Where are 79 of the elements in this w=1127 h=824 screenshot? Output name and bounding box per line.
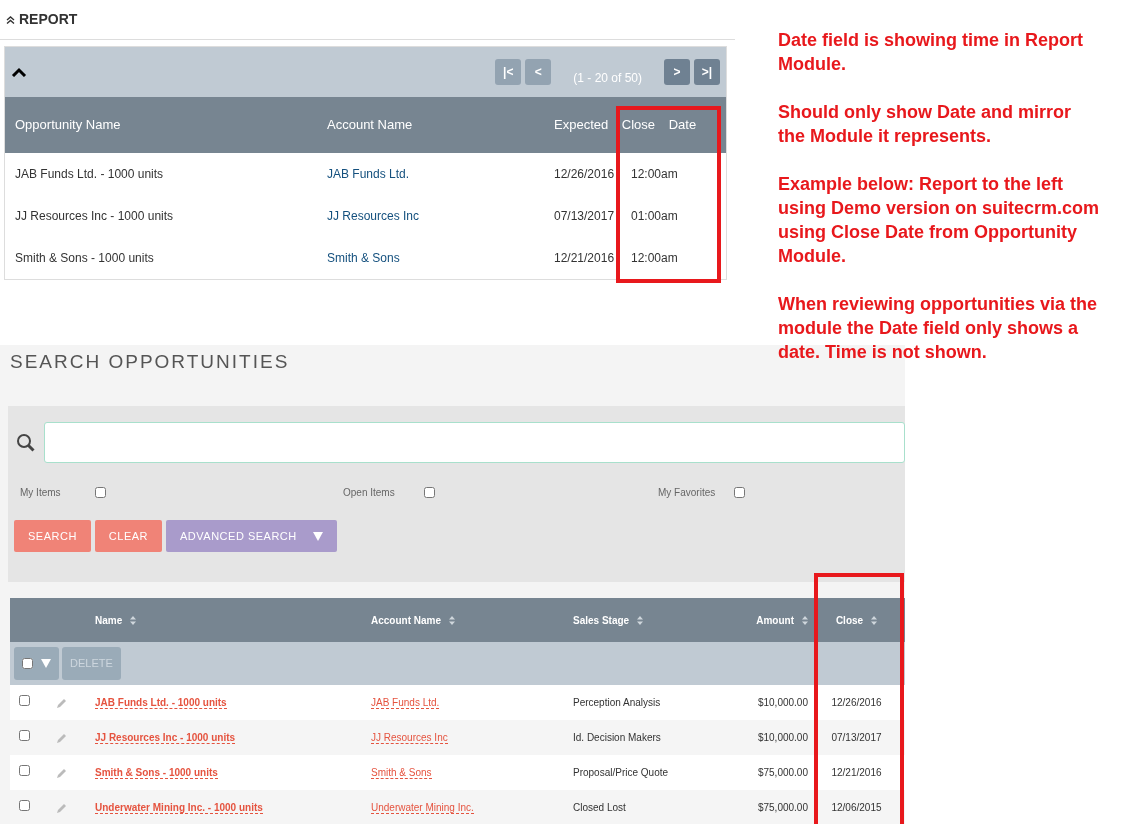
opportunity-link[interactable]: JJ Resources Inc - 1000 units	[95, 732, 236, 744]
account-link[interactable]: JJ Resources Inc	[371, 732, 448, 744]
section-title: REPORT	[19, 10, 78, 29]
table-cell: 12/06/2015	[831, 802, 882, 813]
table-cell: Id. Decision Makers	[573, 732, 661, 743]
sort-icon[interactable]	[449, 616, 455, 626]
account-link[interactable]: JAB Funds Ltd.	[371, 697, 440, 709]
annotation-text: Date field is showing time in Report Module.	[778, 29, 1085, 76]
row-checkbox[interactable]	[19, 695, 30, 706]
select-all-checkbox[interactable]	[22, 658, 33, 669]
table-cell-text: 12:00am	[630, 166, 679, 183]
table-cell: $75,000.00	[757, 767, 808, 778]
pager-button[interactable]: >|	[694, 59, 720, 85]
table-cell: Perception Analysis	[573, 697, 661, 708]
sort-icon[interactable]	[637, 616, 644, 626]
page-title: SEARCH OPPORTUNITIES	[9, 350, 291, 374]
opportunity-link[interactable]: JAB Funds Ltd. - 1000 units	[95, 697, 227, 709]
sort-icon[interactable]	[871, 616, 878, 626]
column-header: Account Name	[327, 117, 413, 133]
table-cell: JAB Funds Ltd. - 1000 units	[15, 167, 164, 181]
collapse-icon[interactable]	[11, 67, 27, 77]
table-cell: JJ Resources Inc - 1000 units	[15, 209, 174, 223]
filter-checkbox[interactable]	[95, 487, 106, 498]
table-cell-text: 07/13/2017	[554, 208, 616, 225]
filter-checkbox[interactable]	[424, 487, 435, 498]
account-link[interactable]: Smith & Sons	[327, 251, 400, 265]
table-cell-text: 12/26/2016	[554, 166, 616, 183]
account-link[interactable]: Smith & Sons	[371, 767, 432, 779]
account-link[interactable]: JJ Resources Inc	[327, 209, 420, 223]
filter-label: My Favorites	[658, 486, 717, 500]
table-cell: $10,000.00	[757, 697, 808, 708]
table-cell: $10,000.00	[757, 732, 808, 743]
column-header[interactable]: Close	[835, 614, 864, 626]
column-header[interactable]: Name	[95, 614, 123, 626]
filter-label: My Items	[20, 486, 62, 500]
sort-icon[interactable]	[130, 616, 137, 626]
filter-checkbox[interactable]	[734, 487, 745, 498]
row-checkbox[interactable]	[19, 730, 30, 741]
action-button[interactable]: CLEAR	[94, 520, 163, 552]
opportunity-link[interactable]: Smith & Sons - 1000 units	[95, 767, 218, 779]
pencil-icon[interactable]	[56, 697, 68, 710]
table-cell: $75,000.00	[757, 802, 808, 813]
pencil-icon[interactable]	[56, 802, 68, 815]
search-field[interactable]	[44, 422, 905, 463]
annotation-text: Should only show Date and mirror the Module it represents.	[778, 101, 1073, 148]
collapse-icon[interactable]	[6, 15, 15, 24]
table-cell: 07/13/2017	[831, 732, 882, 743]
dropdown-button[interactable]: ADVANCED SEARCH	[166, 520, 337, 552]
column-header[interactable]: Account Name	[371, 614, 441, 626]
annotation-text: Example below: Report to the left using Demo version on suitecrm.com using Close Date from Opportunity Module.	[778, 173, 1100, 268]
action-button[interactable]: SEARCH	[14, 520, 91, 552]
table-cell: Smith & Sons - 1000 units	[15, 251, 154, 265]
table-cell-text: 01:00am	[630, 208, 679, 225]
caret-icon	[312, 532, 323, 542]
sort-icon[interactable]	[802, 616, 808, 626]
column-header: Expected Close Date	[554, 116, 697, 135]
select-all-button[interactable]	[14, 647, 59, 680]
pencil-icon[interactable]	[56, 767, 68, 780]
table-cell: Proposal/Price Quote	[573, 767, 669, 778]
table-cell-text: 12/21/2016	[554, 250, 616, 267]
column-header: Opportunity Name	[15, 117, 121, 133]
search-icon	[16, 432, 36, 453]
column-header[interactable]: Sales Stage	[573, 614, 630, 626]
column-header[interactable]: Amount	[756, 614, 794, 626]
account-link[interactable]: Underwater Mining Inc.	[371, 802, 474, 814]
row-checkbox[interactable]	[19, 765, 30, 776]
pager-label: (1 - 20 of 50)	[573, 70, 642, 87]
pager-button[interactable]: >	[664, 59, 690, 85]
opportunity-link[interactable]: Underwater Mining Inc. - 1000 units	[95, 802, 263, 814]
caret-icon	[41, 659, 51, 668]
annotation-text: When reviewing opportunities via the module the Date field only shows a date. Time is not shown.	[778, 293, 1099, 364]
table-cell: 12/21/2016	[831, 767, 882, 778]
filter-label: Open Items	[343, 486, 396, 500]
table-cell-text: 12:00am	[630, 250, 679, 267]
table-cell: 12/26/2016	[831, 697, 882, 708]
table-cell: Closed Lost	[573, 802, 626, 813]
pencil-icon[interactable]	[56, 732, 68, 745]
account-link[interactable]: JAB Funds Ltd.	[327, 167, 410, 181]
row-checkbox[interactable]	[19, 800, 30, 811]
